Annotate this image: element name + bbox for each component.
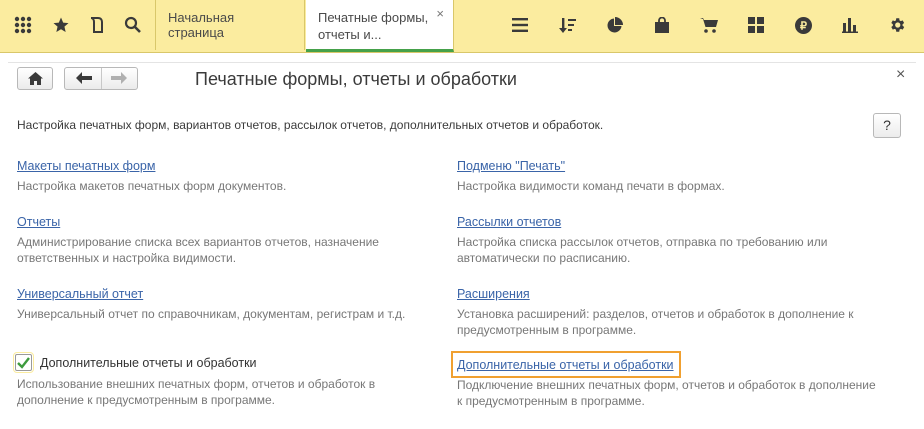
svg-text:₽: ₽	[800, 20, 807, 32]
home-button[interactable]	[17, 67, 53, 90]
pie-chart-icon[interactable]	[598, 8, 632, 42]
top-toolbar: Начальная страница Печатные формы, отчет…	[0, 0, 924, 53]
help-button[interactable]: ?	[873, 113, 901, 138]
tab-close-icon[interactable]: ×	[436, 5, 444, 22]
item-description: Администрирование списка всех вариантов …	[17, 235, 379, 265]
cart-icon[interactable]	[692, 8, 726, 42]
divider	[8, 62, 916, 63]
ruble-icon[interactable]: ₽	[786, 8, 820, 42]
close-form-icon[interactable]: ×	[896, 66, 905, 84]
history-icon[interactable]	[80, 8, 114, 42]
tab-print-forms-label: Печатные формы, отчеты и...	[318, 10, 429, 42]
link-reports[interactable]: Отчеты	[17, 213, 60, 231]
page-title: Печатные формы, отчеты и обработки	[195, 69, 517, 89]
item-description: Настройка макетов печатных форм документ…	[17, 179, 287, 193]
list-item: Использование внешних печатных форм, отч…	[17, 376, 437, 408]
item-description: Настройка видимости команд печати в форм…	[457, 179, 725, 193]
settings-icon[interactable]	[880, 8, 914, 42]
tab-print-forms[interactable]: Печатные формы, отчеты и... ×	[306, 0, 454, 52]
list-item: Расширения Установка расширений: раздело…	[457, 285, 877, 338]
additional-reports-checkbox[interactable]	[13, 352, 34, 373]
item-description: Настройка списка рассылок отчетов, отпра…	[457, 235, 828, 265]
star-icon[interactable]	[44, 8, 78, 42]
nav-history-group	[64, 67, 138, 90]
apps-grid-icon[interactable]	[6, 8, 40, 42]
forward-button[interactable]	[110, 70, 128, 89]
tab-home-label: Начальная страница	[168, 10, 235, 40]
bar-chart-icon[interactable]	[833, 8, 867, 42]
list-item: Макеты печатных форм Настройка макетов п…	[17, 157, 437, 194]
item-description: Установка расширений: разделов, отчетов …	[457, 307, 854, 337]
item-description: Подключение внешних печатных форм, отчет…	[457, 378, 876, 408]
search-icon[interactable]	[116, 8, 150, 42]
link-extensions[interactable]: Расширения	[457, 285, 530, 303]
nav-separator	[101, 68, 102, 89]
item-description: Универсальный отчет по справочникам, док…	[17, 307, 406, 321]
warehouse-icon[interactable]	[739, 8, 773, 42]
sort-icon[interactable]	[551, 8, 585, 42]
item-description: Использование внешних печатных форм, отч…	[17, 377, 376, 407]
back-button[interactable]	[75, 70, 93, 89]
list-item: Универсальный отчет Универсальный отчет …	[17, 285, 437, 322]
link-print-submenu[interactable]: Подменю "Печать"	[457, 157, 565, 175]
page-description: Настройка печатных форм, вариантов отчет…	[17, 118, 604, 132]
link-additional-reports[interactable]: Дополнительные отчеты и обработки	[457, 356, 674, 374]
menu-icon[interactable]	[503, 8, 537, 42]
link-report-mailings[interactable]: Рассылки отчетов	[457, 213, 561, 231]
link-print-layouts[interactable]: Макеты печатных форм	[17, 157, 155, 175]
tab-home[interactable]: Начальная страница	[155, 0, 305, 50]
checkbox-label[interactable]: Дополнительные отчеты и обработки	[40, 356, 257, 370]
list-item: Подменю "Печать" Настройка видимости ком…	[457, 157, 877, 194]
list-item: Отчеты Администрирование списка всех вар…	[17, 213, 437, 266]
list-item: Рассылки отчетов Настройка списка рассыл…	[457, 213, 877, 266]
link-universal-report[interactable]: Универсальный отчет	[17, 285, 143, 303]
bag-icon[interactable]	[645, 8, 679, 42]
additional-reports-toggle: Дополнительные отчеты и обработки	[13, 352, 257, 373]
list-item: Дополнительные отчеты и обработки Подклю…	[457, 356, 877, 409]
